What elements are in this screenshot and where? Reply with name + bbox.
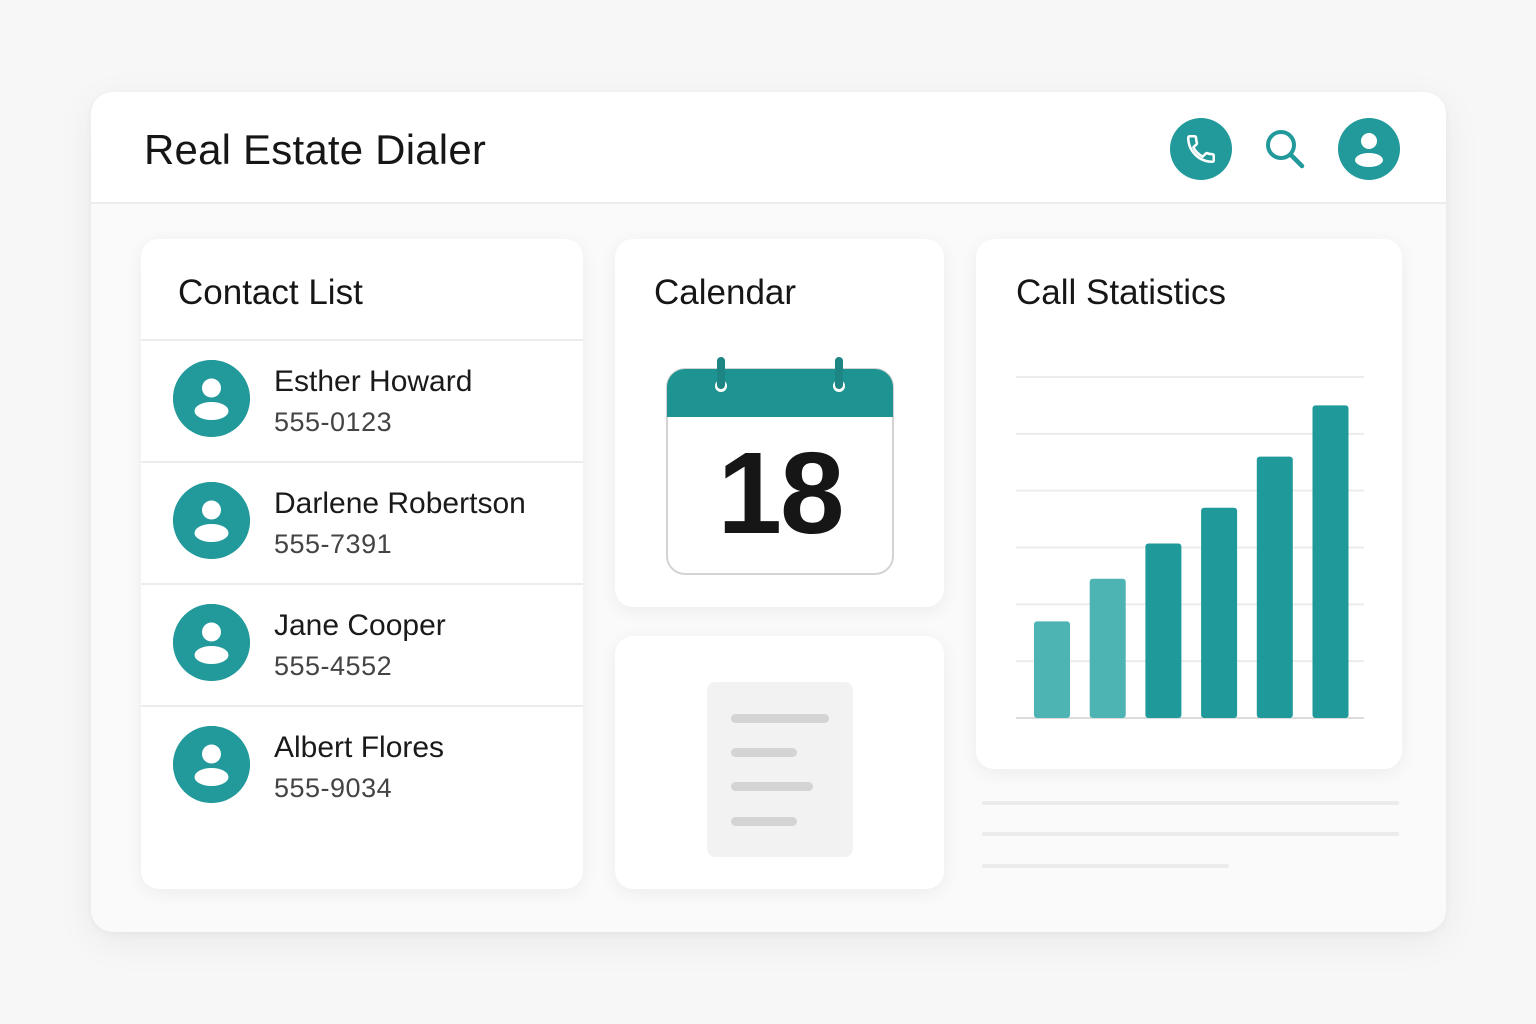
calendar-card[interactable]: Calendar 18 (615, 239, 944, 607)
calendar-title: Calendar (654, 273, 797, 312)
avatar-icon (173, 604, 250, 681)
calendar-day: 18 (717, 428, 844, 558)
chart-bar[interactable] (1145, 543, 1182, 718)
avatar-icon (173, 482, 250, 559)
contact-row[interactable]: Esther Howard 555-0123 (141, 339, 583, 461)
contact-phone: 555-4552 (274, 651, 393, 681)
chart-bar[interactable] (1256, 456, 1293, 718)
app-header: Real Estate Dialer (91, 92, 1446, 204)
contact-row[interactable]: Albert Flores 555-9034 (141, 705, 583, 827)
avatar-icon (173, 726, 250, 803)
contact-row[interactable]: Darlene Robertson 555-7391 (141, 461, 583, 583)
contact-name: Darlene Robertson (274, 487, 526, 520)
contact-name: Jane Cooper (274, 609, 446, 642)
chart-bar[interactable] (1312, 405, 1349, 718)
contact-name: Albert Flores (274, 731, 445, 764)
contact-phone: 555-9034 (274, 773, 393, 803)
search-icon (1266, 130, 1305, 169)
call-statistics-chart (1016, 376, 1364, 719)
phone-icon (1186, 134, 1216, 164)
app-window: Real Estate Dialer Contact List Esther H… (91, 92, 1446, 932)
contact-list-title: Contact List (178, 273, 363, 312)
contact-name: Esther Howard (274, 365, 473, 398)
document-icon (707, 682, 853, 857)
avatar-icon (173, 360, 250, 437)
contact-list-card: Contact List Esther Howard 555-0123 Darl… (141, 239, 583, 889)
summary-line (982, 864, 1229, 868)
notes-card[interactable] (615, 636, 944, 889)
contact-phone: 555-7391 (274, 529, 393, 559)
app-title: Real Estate Dialer (144, 126, 487, 173)
profile-button[interactable] (1338, 118, 1400, 180)
chart-bar[interactable] (1201, 507, 1238, 718)
search-button[interactable] (1254, 118, 1316, 180)
chart-bar[interactable] (1034, 621, 1070, 718)
call-statistics-card: Call Statistics (976, 239, 1402, 769)
summary-line (982, 832, 1399, 836)
call-button[interactable] (1170, 118, 1232, 180)
user-icon (1355, 133, 1383, 167)
contact-row[interactable]: Jane Cooper 555-4552 (141, 583, 583, 705)
contact-phone: 555-0123 (274, 407, 393, 437)
summary-line (982, 801, 1399, 805)
chart-bar[interactable] (1089, 578, 1126, 718)
